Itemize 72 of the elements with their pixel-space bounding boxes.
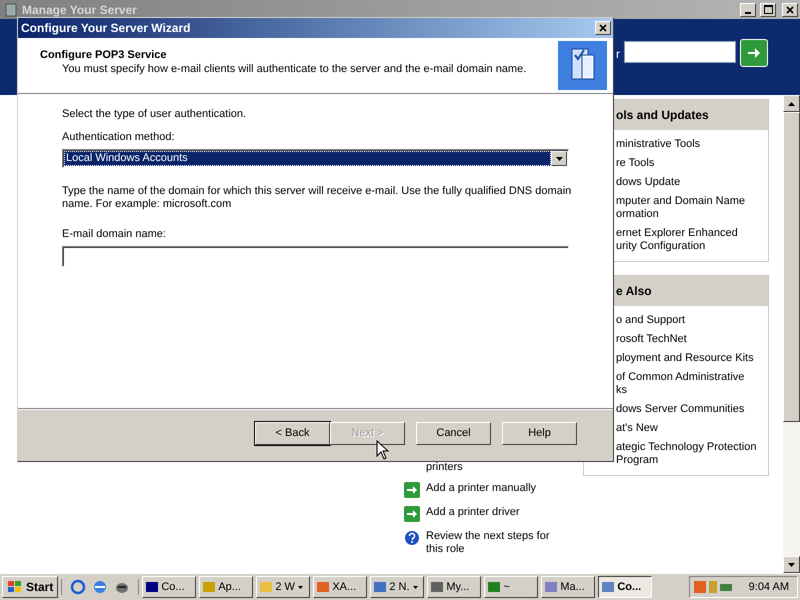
taskbar-button[interactable]: XA... xyxy=(313,576,368,598)
search-label: r xyxy=(616,47,620,61)
minimize-icon xyxy=(745,12,751,14)
wizard-button[interactable]: < Back xyxy=(255,422,330,444)
app-icon xyxy=(488,582,500,592)
panel-link[interactable]: ployment and Resource Kits xyxy=(616,352,760,365)
close-icon xyxy=(599,24,607,32)
app-icon xyxy=(317,582,330,592)
down-arrow-icon[interactable] xyxy=(788,562,795,566)
clock: 9:04 AM xyxy=(748,581,789,593)
caret-icon xyxy=(412,586,418,588)
go-button[interactable] xyxy=(740,39,768,67)
panel-link[interactable]: mputer and Domain Name ormation xyxy=(616,195,760,221)
panel-link[interactable]: of Common Administrative ks xyxy=(616,371,760,397)
minimize-button[interactable] xyxy=(740,2,756,16)
panel-link[interactable]: dows Update xyxy=(616,176,760,189)
maximize-button[interactable] xyxy=(760,2,776,16)
panel-link[interactable]: rosoft TechNet xyxy=(616,333,760,346)
taskbar-button[interactable]: 2 W xyxy=(256,576,310,598)
app-icon xyxy=(545,582,558,592)
task-link[interactable]: Add a printer driver xyxy=(426,506,556,519)
panel-link[interactable]: ernet Explorer Enhanced urity Configuration xyxy=(616,227,760,253)
page-heading: Configure POP3 Service xyxy=(40,49,168,61)
panel-link[interactable]: o and Support xyxy=(616,314,760,327)
authentication-dropdown[interactable]: Local Windows Accounts xyxy=(62,149,569,168)
arrow-icon xyxy=(746,45,762,61)
close-icon xyxy=(786,6,794,14)
caret-icon xyxy=(556,156,562,160)
panel-link[interactable]: ministrative Tools xyxy=(616,138,760,151)
close-button[interactable] xyxy=(595,21,611,35)
help-icon xyxy=(404,530,420,546)
up-arrow-icon[interactable] xyxy=(788,102,795,106)
taskbar-button[interactable]: Ap... xyxy=(199,576,254,598)
wizard-button[interactable]: Help xyxy=(502,422,577,444)
taskbar-button[interactable]: Co... xyxy=(598,576,652,598)
maximize-icon xyxy=(764,5,772,14)
instruction-text: Type the name of the domain for which this server will receive e-mail. Use the fully qualified DNS domain name. For example: microsoft.com xyxy=(62,185,572,211)
taskbar-button[interactable]: Co... xyxy=(142,576,196,598)
taskbar-button[interactable]: My... xyxy=(427,576,482,598)
app-icon xyxy=(146,582,158,592)
task-link[interactable]: Add a printer manually xyxy=(426,482,556,495)
taskbar-button[interactable]: Ma... xyxy=(541,576,596,598)
search-field[interactable] xyxy=(624,41,736,63)
app-icon xyxy=(602,582,614,592)
app-icon xyxy=(431,582,444,592)
dialog-title: Configure Your Server Wizard xyxy=(21,21,192,35)
app-icon xyxy=(203,582,216,592)
close-button[interactable] xyxy=(782,2,798,16)
task-link[interactable]: Review the next steps for this role xyxy=(426,530,556,556)
tray-icon[interactable] xyxy=(720,584,732,590)
panel-link[interactable]: ategic Technology Protection Program xyxy=(616,441,760,467)
server-icon xyxy=(4,2,18,16)
panel-link[interactable]: at's New xyxy=(616,422,760,435)
start-button[interactable]: Start xyxy=(2,576,58,598)
page-subtitle: You must specify how e-mail clients will authenticate to the server and the e-mail domain name. xyxy=(61,63,528,75)
caret-icon xyxy=(298,586,303,588)
field-label: E-mail domain name: xyxy=(62,228,167,241)
taskbar-button[interactable]: ~ xyxy=(484,576,538,598)
app-icon xyxy=(260,582,272,592)
wizard-button[interactable]: Cancel xyxy=(416,422,491,444)
instruction-text: Select the type of user authentication. xyxy=(62,108,248,121)
checklist-icon xyxy=(558,41,607,90)
windows-logo-icon xyxy=(7,580,23,594)
field-label: Authentication method: xyxy=(62,131,176,144)
window-title: Manage Your Server xyxy=(22,2,138,16)
app-icon xyxy=(374,582,386,592)
cursor-icon xyxy=(376,440,389,460)
scrollbar[interactable] xyxy=(783,95,800,573)
taskbar-button[interactable]: 2 N. xyxy=(370,576,424,598)
panel-link[interactable]: dows Server Communities xyxy=(616,403,760,416)
task-link[interactable]: printers xyxy=(426,461,556,474)
panel-link[interactable]: re Tools xyxy=(616,157,760,170)
